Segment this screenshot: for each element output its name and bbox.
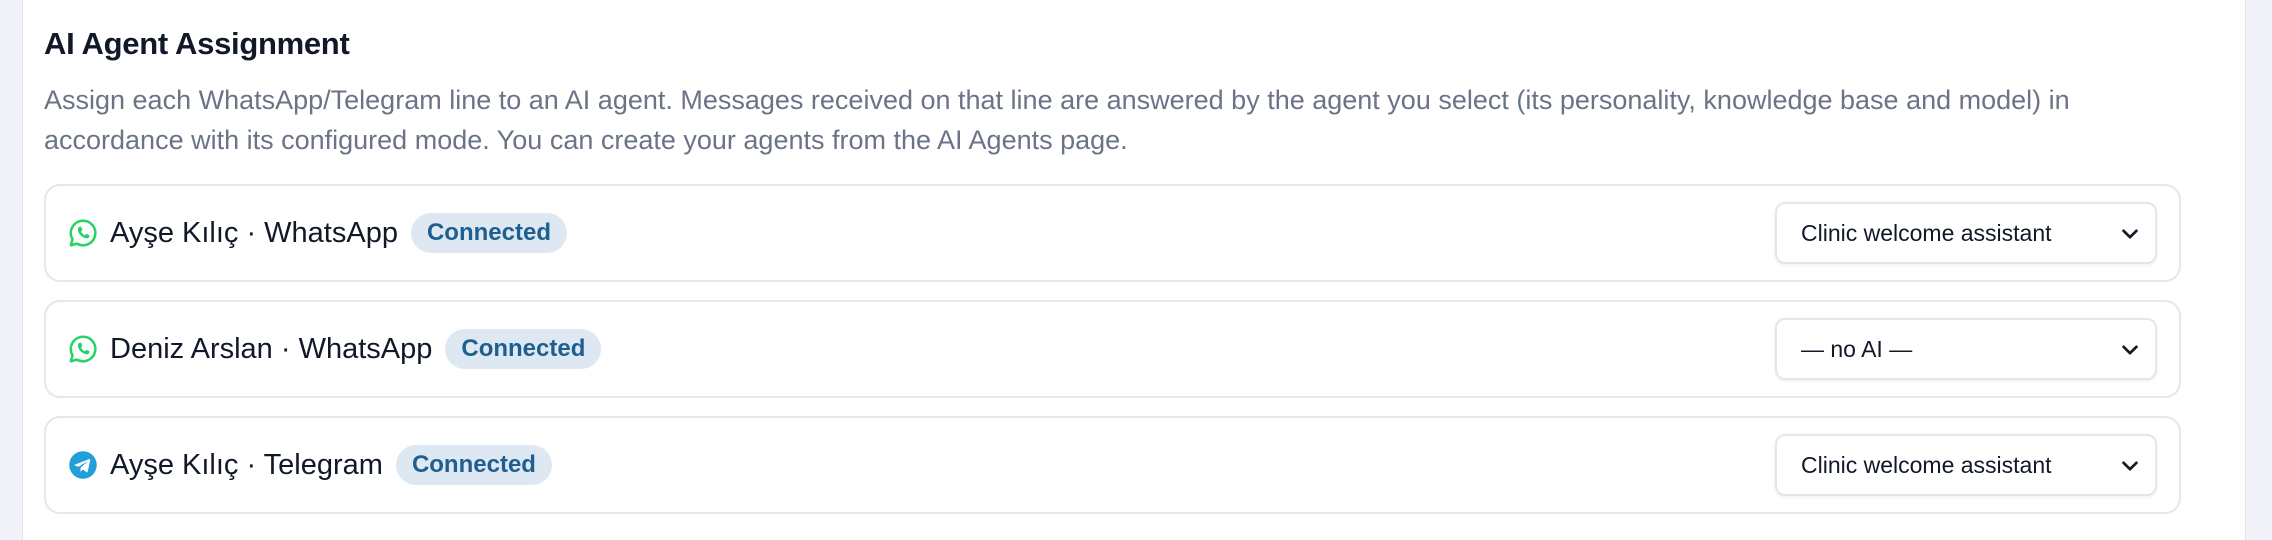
agent-select-value: — no AI — xyxy=(1801,336,1913,362)
section-title: AI Agent Assignment xyxy=(44,26,350,61)
agent-select-value: Clinic welcome assistant xyxy=(1801,452,2052,478)
section-description: Assign each WhatsApp/Telegram line to an… xyxy=(44,85,2070,155)
line-row-ayse-whatsapp: Ayşe Kılıç · WhatsApp Connected Clinic w… xyxy=(44,184,2181,282)
line-label: Ayşe Kılıç · Telegram xyxy=(110,448,383,481)
agent-select[interactable]: — no AI — xyxy=(1775,318,2157,380)
line-info: Ayşe Kılıç · WhatsApp Connected xyxy=(68,186,567,280)
line-row-deniz-whatsapp: Deniz Arslan · WhatsApp Connected — no A… xyxy=(44,300,2181,398)
line-label: Deniz Arslan · WhatsApp xyxy=(110,332,433,365)
chevron-down-icon xyxy=(2119,223,2141,245)
line-row-ayse-telegram: Ayşe Kılıç · Telegram Connected Clinic w… xyxy=(44,416,2181,514)
line-info: Deniz Arslan · WhatsApp Connected xyxy=(68,302,602,396)
status-badge: Connected xyxy=(410,213,567,253)
line-label: Ayşe Kılıç · WhatsApp xyxy=(110,216,398,249)
line-info: Ayşe Kılıç · Telegram Connected xyxy=(68,418,552,512)
chevron-down-icon xyxy=(2119,339,2141,361)
whatsapp-icon xyxy=(68,218,98,248)
agent-select-value: Clinic welcome assistant xyxy=(1801,220,2052,246)
agent-select[interactable]: Clinic welcome assistant xyxy=(1775,202,2157,264)
chevron-down-icon xyxy=(2119,455,2141,477)
status-badge: Connected xyxy=(445,329,602,369)
agent-select[interactable]: Clinic welcome assistant xyxy=(1775,434,2157,496)
telegram-icon xyxy=(68,450,98,480)
whatsapp-icon xyxy=(68,334,98,364)
status-badge: Connected xyxy=(395,445,552,485)
